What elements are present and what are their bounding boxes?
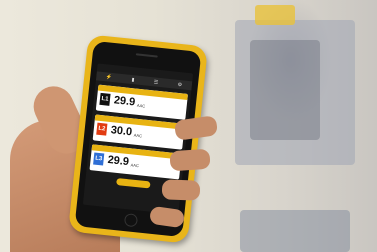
reading-unit-l1: AAC bbox=[136, 102, 146, 109]
reading-value-l1: 29.9 bbox=[113, 94, 136, 109]
reading-card-l3[interactable]: L3 29.9 AAC bbox=[89, 144, 182, 180]
background-panel-door bbox=[250, 40, 320, 140]
phase-badge-l1: L1 bbox=[99, 92, 111, 106]
reading-unit-l2: AAC bbox=[133, 132, 143, 138]
phone-speaker bbox=[135, 53, 158, 58]
background-lower-box bbox=[240, 210, 350, 252]
hold-icon[interactable]: ▮ bbox=[131, 77, 134, 83]
voltage-icon[interactable]: ⚡ bbox=[106, 74, 113, 81]
home-button[interactable] bbox=[123, 213, 138, 228]
finger-middle bbox=[169, 148, 211, 172]
reading-unit-l3: AAC bbox=[130, 161, 140, 168]
list-icon[interactable]: ☰ bbox=[153, 79, 158, 85]
reading-value-l3: 29.9 bbox=[107, 153, 130, 169]
reading-card-l2[interactable]: L2 30.0 AAC bbox=[92, 114, 185, 150]
reading-card-l1[interactable]: L1 29.9 AAC bbox=[95, 84, 188, 120]
capture-button[interactable] bbox=[116, 177, 151, 189]
finger-index bbox=[173, 115, 219, 141]
phase-badge-l3: L3 bbox=[93, 152, 105, 166]
finger-ring bbox=[161, 179, 201, 201]
phase-badge-l2: L2 bbox=[96, 122, 108, 136]
gear-icon[interactable]: ⚙ bbox=[177, 81, 182, 87]
reading-value-l2: 30.0 bbox=[110, 124, 133, 139]
photo-scene: ⚡ ▮ ☰ ⚙ L1 29.9 AAC L2 30.0 AAC L3 29.9 … bbox=[0, 0, 377, 252]
background-yellow-clamp bbox=[255, 5, 295, 25]
